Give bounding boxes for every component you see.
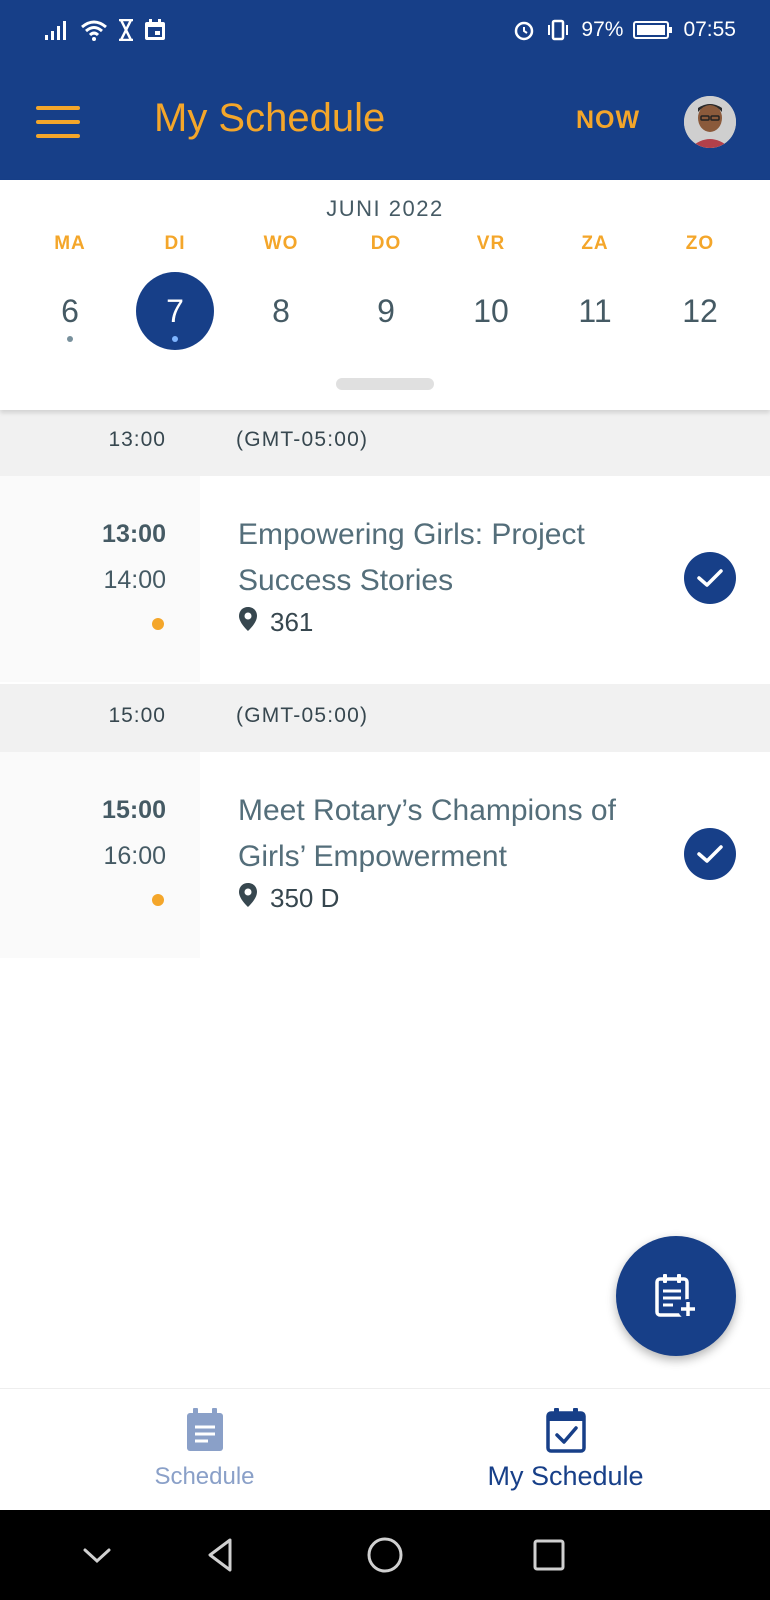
app-bar: My Schedule NOW [0, 60, 770, 180]
time-group-header: 15:00 (GMT-05:00) [0, 684, 770, 752]
day-number: 11 [578, 293, 612, 329]
session-end-time: 14:00 [103, 566, 166, 594]
hourglass-icon [118, 19, 134, 41]
day-6[interactable]: MA 6 [17, 232, 123, 350]
page-title: My Schedule [154, 96, 386, 140]
calendar-notification-icon [144, 19, 166, 41]
day-name: ZA [581, 233, 609, 254]
nav-label: My Schedule [487, 1461, 644, 1491]
session-title: Meet Rotary’s Champions of Girls’ Empowe… [238, 794, 616, 873]
session-time-column: 13:00 14:00 [0, 476, 200, 682]
expand-handle[interactable] [336, 378, 434, 390]
wifi-icon [80, 19, 108, 41]
nav-schedule[interactable]: Schedule [12, 1389, 397, 1511]
session-status-dot [152, 894, 164, 906]
status-bar: 97% 07:55 [0, 0, 770, 60]
day-number: 6 [31, 272, 109, 350]
day-number: 9 [377, 293, 395, 329]
session-card[interactable]: 15:00 16:00 Meet Rotary’s Champions of G… [0, 752, 770, 958]
day-name: MA [54, 233, 86, 254]
session-status-dot [152, 618, 164, 630]
session-time-column: 15:00 16:00 [0, 752, 200, 958]
add-to-schedule-button[interactable] [616, 1236, 736, 1356]
my-schedule-icon [545, 1407, 587, 1458]
vibrate-icon [545, 19, 571, 41]
battery-percent: 97% [581, 18, 624, 41]
day-name: WO [263, 233, 299, 254]
alarm-icon [513, 19, 535, 41]
signal-icon [44, 19, 70, 41]
session-start-time: 13:00 [102, 520, 166, 548]
time-group-header: 13:00 (GMT-05:00) [0, 408, 770, 476]
check-icon [697, 569, 723, 587]
group-timezone: (GMT-05:00) [236, 428, 369, 451]
day-name: VR [476, 233, 506, 254]
day-name: ZO [685, 233, 715, 254]
home-icon[interactable] [362, 1532, 408, 1578]
battery-icon [633, 19, 673, 41]
location-pin-icon [238, 882, 258, 915]
day-10[interactable]: VR 10 [438, 232, 544, 350]
collapse-chevron-icon[interactable] [74, 1532, 120, 1578]
day-number: 12 [682, 293, 718, 329]
add-to-schedule-icon [655, 1274, 698, 1319]
location-label: 350 D [270, 883, 340, 913]
day-8[interactable]: WO 8 [228, 232, 334, 350]
event-dot [172, 336, 178, 342]
added-check-button[interactable] [684, 828, 736, 880]
recent-apps-icon[interactable] [526, 1532, 572, 1578]
day-12[interactable]: ZO 12 [647, 232, 753, 350]
location-pin-icon [238, 606, 258, 639]
schedule-icon [184, 1407, 226, 1458]
group-time: 13:00 [108, 428, 166, 451]
now-button[interactable]: NOW [576, 106, 640, 135]
session-location: 350 D [238, 882, 339, 915]
hamburger-menu-icon[interactable] [36, 106, 84, 138]
day-7[interactable]: DI 7 [122, 232, 228, 350]
day-name: DI [164, 233, 186, 254]
day-number: 8 [272, 293, 290, 329]
session-start-time: 15:00 [102, 796, 166, 824]
nav-my-schedule[interactable]: My Schedule [373, 1389, 758, 1511]
session-end-time: 16:00 [103, 842, 166, 870]
added-check-button[interactable] [684, 552, 736, 604]
bottom-navigation: Schedule My Schedule [0, 1388, 770, 1510]
back-icon[interactable] [198, 1532, 244, 1578]
month-label: JUNI 2022 [326, 196, 444, 221]
day-name: DO [370, 233, 402, 254]
day-9[interactable]: DO 9 [333, 232, 439, 350]
day-number-selected: 7 [136, 272, 214, 350]
system-navigation-bar [0, 1510, 770, 1600]
avatar[interactable] [684, 96, 736, 148]
session-title: Empowering Girls: Project Success Storie… [238, 518, 585, 597]
session-location: 361 [238, 606, 313, 639]
event-dot [67, 336, 73, 342]
check-icon [697, 845, 723, 863]
day-number: 10 [473, 293, 509, 329]
week-calendar: JUNI 2022 MA 6 DI 7 WO 8 DO 9 VR 10 ZA 1… [0, 180, 770, 410]
nav-label: Schedule [154, 1463, 255, 1490]
clock: 07:55 [683, 18, 736, 41]
session-card[interactable]: 13:00 14:00 Empowering Girls: Project Su… [0, 476, 770, 682]
group-timezone: (GMT-05:00) [236, 704, 369, 727]
location-label: 361 [270, 607, 314, 637]
day-11[interactable]: ZA 11 [542, 232, 648, 350]
group-time: 15:00 [108, 704, 166, 727]
